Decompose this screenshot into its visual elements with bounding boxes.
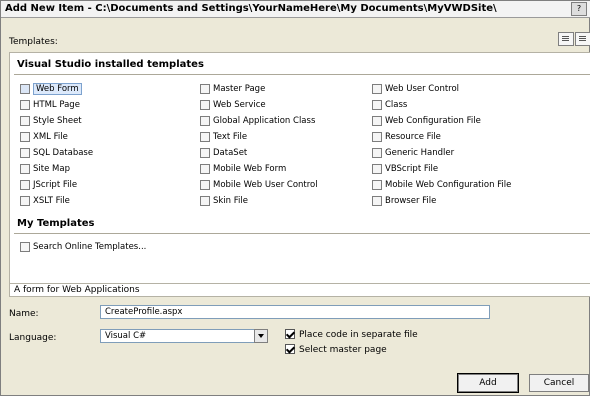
template-item-skin-file[interactable]: Skin File bbox=[200, 195, 248, 207]
template-item-xslt-file[interactable]: XSLT File bbox=[20, 195, 70, 207]
template-item-xml-file[interactable]: XML File bbox=[20, 131, 68, 143]
text-file-icon bbox=[200, 132, 210, 142]
template-item-sql-database[interactable]: SQL Database bbox=[20, 147, 93, 159]
xml-file-icon bbox=[20, 132, 30, 142]
chevron-down-icon[interactable] bbox=[254, 329, 268, 343]
window-title: Add New Item - C:\Documents and Settings… bbox=[5, 3, 497, 14]
mobile-web-form-icon bbox=[200, 164, 210, 174]
template-item-site-map[interactable]: Site Map bbox=[20, 163, 70, 175]
template-item-web-form[interactable]: Web Form bbox=[20, 83, 82, 95]
browser-file-icon bbox=[372, 196, 382, 206]
skin-file-icon bbox=[200, 196, 210, 206]
mobile-web-user-control-icon bbox=[200, 180, 210, 190]
template-item-dataset[interactable]: DataSet bbox=[200, 147, 247, 159]
dataset-icon bbox=[200, 148, 210, 158]
add-button[interactable]: Add bbox=[457, 373, 519, 393]
add-new-item-dialog: Add New Item - C:\Documents and Settings… bbox=[0, 0, 590, 396]
html-page-icon bbox=[20, 100, 30, 110]
templates-label: Templates: bbox=[9, 37, 58, 47]
small-icons-view-button[interactable] bbox=[575, 32, 590, 46]
language-label: Language: bbox=[9, 333, 57, 343]
place-code-label[interactable]: Place code in separate file bbox=[299, 330, 418, 340]
title-bar: Add New Item - C:\Documents and Settings… bbox=[1, 1, 590, 18]
vbscript-file-icon bbox=[372, 164, 382, 174]
template-item-style-sheet[interactable]: Style Sheet bbox=[20, 115, 82, 127]
select-master-checkbox[interactable] bbox=[285, 344, 295, 354]
generic-handler-icon bbox=[372, 148, 382, 158]
template-item-web-user-control[interactable]: Web User Control bbox=[372, 83, 459, 95]
mobile-web-configuration-file-icon bbox=[372, 180, 382, 190]
name-field[interactable]: CreateProfile.aspx bbox=[100, 305, 490, 319]
web-user-control-icon bbox=[372, 84, 382, 94]
web-form-icon bbox=[20, 84, 30, 94]
help-button[interactable]: ? bbox=[571, 2, 587, 16]
search-online-icon bbox=[20, 242, 30, 252]
template-item-web-configuration-file[interactable]: Web Configuration File bbox=[372, 115, 481, 127]
template-item-class[interactable]: Class bbox=[372, 99, 407, 111]
large-icons-view-button[interactable] bbox=[558, 32, 574, 46]
my-templates-heading: My Templates bbox=[17, 218, 95, 229]
template-item-html-page[interactable]: HTML Page bbox=[20, 99, 80, 111]
heading-divider bbox=[14, 74, 590, 75]
template-item-web-service[interactable]: Web Service bbox=[200, 99, 266, 111]
language-select[interactable]: Visual C# bbox=[100, 329, 268, 343]
template-item-vbscript-file[interactable]: VBScript File bbox=[372, 163, 438, 175]
style-sheet-icon bbox=[20, 116, 30, 126]
template-item-text-file[interactable]: Text File bbox=[200, 131, 247, 143]
installed-templates-heading: Visual Studio installed templates bbox=[17, 59, 204, 70]
template-item-search-online[interactable]: Search Online Templates... bbox=[20, 241, 146, 253]
xslt-file-icon bbox=[20, 196, 30, 206]
class-icon bbox=[372, 100, 382, 110]
cancel-button[interactable]: Cancel bbox=[529, 374, 589, 392]
web-service-icon bbox=[200, 100, 210, 110]
templates-panel: Visual Studio installed templates Web Fo… bbox=[9, 52, 590, 284]
place-code-checkbox[interactable] bbox=[285, 329, 295, 339]
name-label: Name: bbox=[9, 309, 39, 319]
template-item-mobile-web-form[interactable]: Mobile Web Form bbox=[200, 163, 286, 175]
resource-file-icon bbox=[372, 132, 382, 142]
template-item-global-application-class[interactable]: Global Application Class bbox=[200, 115, 315, 127]
sql-database-icon bbox=[20, 148, 30, 158]
template-item-resource-file[interactable]: Resource File bbox=[372, 131, 441, 143]
my-templates-divider bbox=[14, 233, 590, 234]
template-item-generic-handler[interactable]: Generic Handler bbox=[372, 147, 454, 159]
template-item-mobile-web-user-control[interactable]: Mobile Web User Control bbox=[200, 179, 318, 191]
select-master-label[interactable]: Select master page bbox=[299, 345, 387, 355]
jscript-file-icon bbox=[20, 180, 30, 190]
template-item-jscript-file[interactable]: JScript File bbox=[20, 179, 77, 191]
web-configuration-file-icon bbox=[372, 116, 382, 126]
master-page-icon bbox=[200, 84, 210, 94]
template-item-mobile-web-configuration-file[interactable]: Mobile Web Configuration File bbox=[372, 179, 511, 191]
template-item-master-page[interactable]: Master Page bbox=[200, 83, 265, 95]
template-item-browser-file[interactable]: Browser File bbox=[372, 195, 436, 207]
site-map-icon bbox=[20, 164, 30, 174]
global-application-class-icon bbox=[200, 116, 210, 126]
template-description: A form for Web Applications bbox=[9, 283, 590, 297]
